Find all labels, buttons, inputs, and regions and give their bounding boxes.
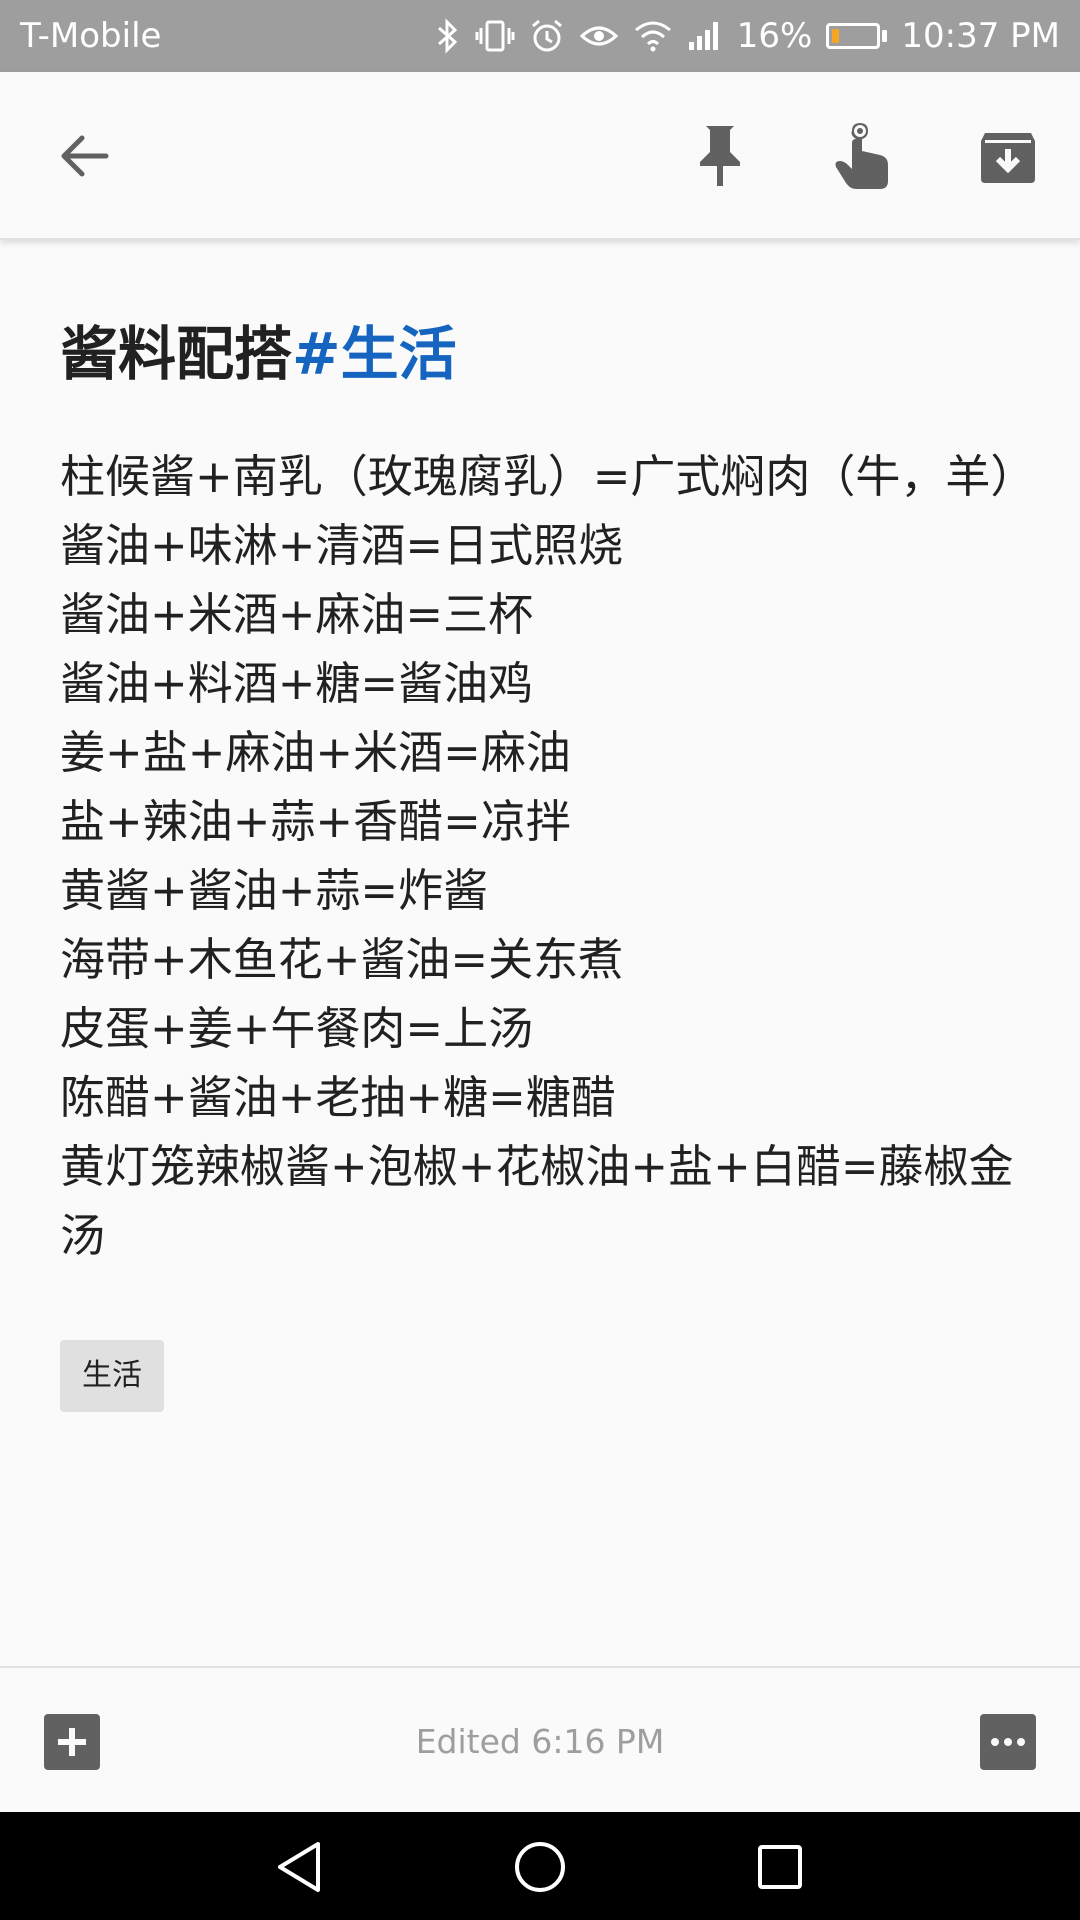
note-line: 酱油+米酒+麻油=三杯 bbox=[60, 587, 534, 641]
note-line: 皮蛋+姜+午餐肉=上汤 bbox=[60, 1001, 534, 1055]
nav-home-icon bbox=[515, 1842, 565, 1892]
reminder-button[interactable] bbox=[822, 116, 902, 196]
note-line: 海带+木鱼花+酱油=关东煮 bbox=[60, 932, 624, 986]
note-title[interactable]: 酱料配搭#生活 bbox=[60, 320, 1020, 390]
note-title-text: 酱料配搭 bbox=[60, 320, 293, 388]
note-body[interactable]: 柱候酱+南乳（玫瑰腐乳）=广式焖肉（牛，羊） 酱油+味淋+清酒=日式照烧 酱油+… bbox=[60, 442, 1036, 1270]
note-line: 酱油+味淋+清酒=日式照烧 bbox=[60, 518, 624, 572]
bluetooth-icon bbox=[435, 18, 461, 54]
pin-icon bbox=[700, 126, 740, 186]
label-chip[interactable]: 生活 bbox=[60, 1339, 164, 1412]
note-line: 柱候酱+南乳（玫瑰腐乳）=广式焖肉（牛，羊） bbox=[60, 449, 1036, 503]
battery-percent: 16% bbox=[736, 16, 813, 56]
more-button[interactable] bbox=[980, 1714, 1036, 1770]
archive-icon bbox=[981, 133, 1035, 183]
status-time: 10:37 PM bbox=[901, 16, 1060, 56]
wifi-icon bbox=[633, 18, 673, 54]
note-line: 姜+盐+麻油+米酒=麻油 bbox=[60, 725, 571, 779]
nav-recents-button[interactable] bbox=[745, 1832, 815, 1902]
reminder-icon bbox=[835, 123, 888, 189]
eye-icon bbox=[579, 18, 619, 54]
carrier-name: T-Mobile bbox=[20, 16, 162, 56]
nav-back-icon bbox=[278, 1842, 320, 1892]
archive-button[interactable] bbox=[968, 116, 1048, 196]
back-button[interactable] bbox=[44, 116, 124, 196]
alarm-icon bbox=[529, 18, 565, 54]
nav-recents-icon bbox=[758, 1845, 802, 1889]
pin-button[interactable] bbox=[680, 116, 760, 196]
note-line: 酱油+料酒+糖=酱油鸡 bbox=[60, 656, 534, 710]
note-title-hashtag[interactable]: #生活 bbox=[292, 320, 457, 388]
status-icons: 16% 10:37 PM bbox=[435, 16, 1060, 56]
more-icon bbox=[991, 1738, 1025, 1746]
note-line: 陈醋+酱油+老抽+糖=糖醋 bbox=[60, 1070, 616, 1124]
note-content: 酱料配搭#生活 柱候酱+南乳（玫瑰腐乳）=广式焖肉（牛，羊） 酱油+味淋+清酒=… bbox=[0, 244, 1080, 1412]
note-line: 盐+辣油+蒜+香醋=凉拌 bbox=[60, 794, 571, 848]
note-line: 黄酱+酱油+蒜=炸酱 bbox=[60, 863, 489, 917]
battery-icon bbox=[826, 23, 888, 49]
vibrate-icon bbox=[475, 18, 515, 54]
system-nav-bar bbox=[0, 1812, 1080, 1920]
nav-back-button[interactable] bbox=[264, 1832, 334, 1902]
note-line: 黄灯笼辣椒酱+泡椒+花椒油+盐+白醋=藤椒金汤 bbox=[60, 1139, 1014, 1262]
status-bar: T-Mobile 16% 10:37 PM bbox=[0, 0, 1080, 72]
bottom-bar: Edited 6:16 PM bbox=[0, 1666, 1080, 1812]
nav-home-button[interactable] bbox=[505, 1832, 575, 1902]
note-toolbar bbox=[0, 72, 1080, 240]
edited-timestamp: Edited 6:16 PM bbox=[415, 1722, 665, 1761]
signal-icon bbox=[687, 18, 723, 54]
arrow-back-icon bbox=[61, 135, 109, 177]
